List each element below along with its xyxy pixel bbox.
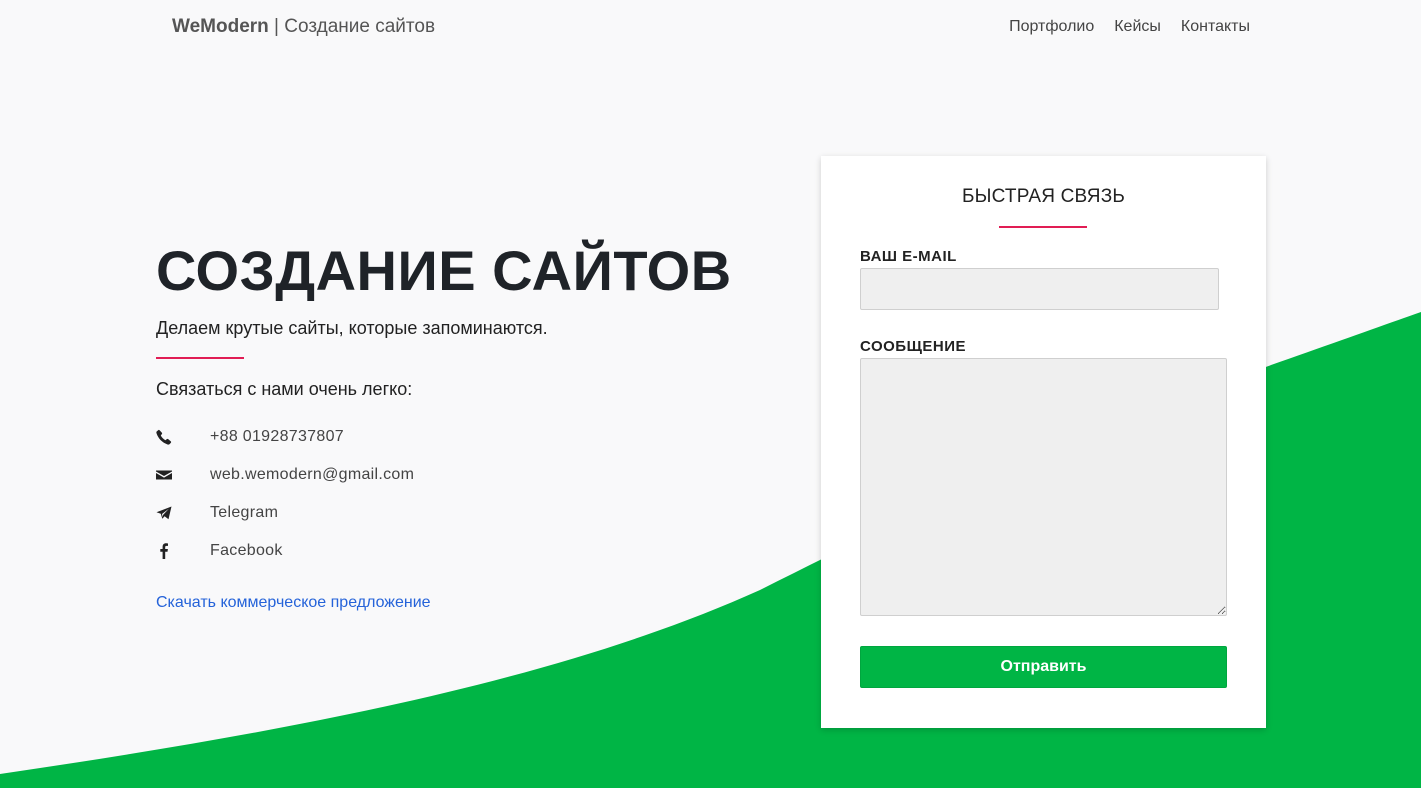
nav-link-portfolio[interactable]: Портфолио [1009,18,1094,36]
download-offer-link[interactable]: Скачать коммерческое предложение [156,594,431,612]
contact-item-facebook: Facebook [156,532,776,570]
brand-logo[interactable]: WeModern | Создание сайтов [172,16,435,38]
facebook-icon [156,541,210,561]
contact-email-text[interactable]: web.wemodern@gmail.com [210,466,414,484]
brand-tagline: Создание сайтов [284,16,436,37]
form-title: БЫСТРАЯ СВЯЗЬ [961,186,1126,207]
page: WeModern | Создание сайтов Портфолио Кей… [0,0,1421,788]
contact-heading: Связаться с нами очень легко: [156,379,413,399]
hero-section: СОЗДАНИЕ САЙТОВ Делаем крутые сайты, кот… [156,238,776,612]
contact-telegram-link[interactable]: Telegram [210,504,278,522]
email-field[interactable] [860,268,1219,310]
contact-item-telegram: Telegram [156,494,776,532]
nav-link-cases[interactable]: Кейсы [1114,18,1161,36]
nav-link-contacts[interactable]: Контакты [1181,18,1250,36]
form-title-divider [999,226,1087,228]
contact-phone-text[interactable]: +88 01928737807 [210,428,344,446]
nav-menu: Портфолио Кейсы Контакты [1009,18,1250,36]
envelope-icon [156,465,210,485]
brand-name: WeModern [172,16,269,37]
hero-title: СОЗДАНИЕ САЙТОВ [156,239,732,302]
email-label: ВАШ E-MAIL [860,248,957,265]
message-label: СООБЩЕНИЕ [860,338,966,355]
hero-subtitle: Делаем крутые сайты, которые запоминаютс… [156,318,548,338]
contact-item-phone: +88 01928737807 [156,418,776,456]
submit-button[interactable]: Отправить [860,646,1227,688]
contact-list: +88 01928737807 web.wemodern@gmail.com T… [156,418,776,570]
contact-item-email: web.wemodern@gmail.com [156,456,776,494]
quick-contact-form: БЫСТРАЯ СВЯЗЬ ВАШ E-MAIL СООБЩЕНИЕ Отпра… [821,156,1266,728]
navbar: WeModern | Создание сайтов Портфолио Кей… [0,0,1421,56]
message-textarea[interactable] [860,358,1227,616]
phone-icon [156,427,210,447]
brand-separator: | [268,16,285,37]
contact-facebook-link[interactable]: Facebook [210,542,283,560]
telegram-icon [156,503,210,523]
hero-divider [156,357,244,359]
